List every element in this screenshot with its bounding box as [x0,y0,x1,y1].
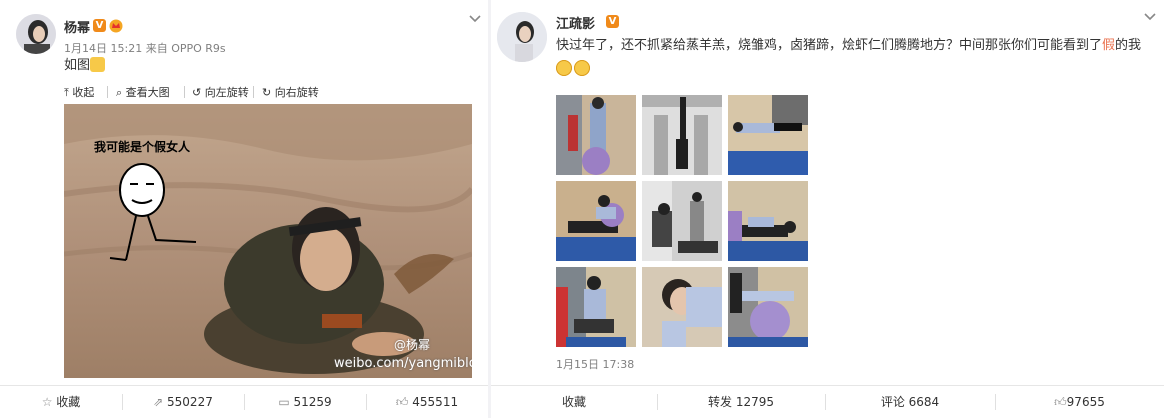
image-watermark-url: weibo.com/yangmiblog [334,356,472,371]
photo-thumbnail[interactable] [728,181,808,261]
photo-thumbnail[interactable] [556,95,636,175]
comment-button[interactable]: 评论 6684 [825,386,995,418]
repost-button[interactable]: ⇗ 550227 [122,386,244,418]
verified-badge: V [93,19,106,32]
author-name[interactable]: 杨幂 [64,17,90,36]
grin-emoji [574,60,590,76]
photo-grid [556,95,808,347]
photo-thumbnail[interactable] [728,95,808,175]
repost-icon: ⇗ [153,395,164,409]
image-watermark: @杨幂 [394,338,431,352]
chevron-down-icon[interactable] [1143,12,1157,22]
vip-crown-icon [109,18,123,33]
post-text-highlight[interactable]: 假 [1102,38,1115,53]
meme-caption: 我可能是个假女人 [94,140,191,154]
rotate-right-icon: ↻ [262,86,272,99]
comment-icon: ▭ [278,395,290,409]
post-footer: 收藏 转发 12795 评论 6684 👍︎97655 [491,385,1164,418]
rotate-left-icon: ↺ [192,86,202,99]
post-text-body: 快过年了，还不抓紧给蒸羊羔，烧雏鸡，卤猪蹄，烩虾仁们腾腾地方？中间那张你们可能看… [556,38,1103,53]
thumbs-up-icon: 👍︎ [1054,395,1067,409]
thumbs-up-icon: 👍︎ [395,395,409,409]
like-button[interactable]: 👍︎97655 [995,386,1164,418]
collapse-button[interactable]: ⤒ 收起 [64,84,94,100]
left-weibo-post: 杨幂 V 1月14日 15:21 来自 OPPO R9s 如图 ⤒ 收起 ⌕ 查… [0,0,488,418]
star-icon: ☆ [41,395,53,409]
photo-thumbnail[interactable] [556,181,636,261]
rotate-left-button[interactable]: ↺ 向左旋转 [192,84,249,100]
collapse-icon: ⤒ [64,86,69,99]
meme-face-icon [109,163,197,261]
favorite-button[interactable]: ☆ 收藏 [0,386,122,418]
meme-sticker: 我可能是个假女人 [86,132,226,272]
avatar-image [16,14,56,54]
post-image[interactable]: 我可能是个假女人 @杨幂 weibo.com/yangmiblog [64,104,472,378]
smile-emoji [556,60,572,76]
media-toolbar: ⤒ 收起 ⌕ 查看大图 ↺ 向左旋转 ↻ 向右旋转 [64,84,472,102]
avatar[interactable] [16,14,56,54]
photo-thumbnail[interactable] [642,181,722,261]
post-footer: ☆ 收藏 ⇗ 550227 ▭ 51259 👍︎ 455511 [0,385,488,418]
avatar-image [497,12,547,62]
post-timestamp[interactable]: 1月15日 17:38 [556,356,634,372]
post-text-tail: 的我 [1115,38,1142,53]
photo-thumbnail[interactable] [556,267,636,347]
magnify-icon: ⌕ [116,86,123,99]
cat-emoji [90,57,106,72]
photo-thumbnail[interactable] [642,95,722,175]
photo-thumbnail[interactable] [728,267,808,347]
repost-button[interactable]: 转发 12795 [657,386,825,418]
avatar[interactable] [497,12,547,62]
favorite-button[interactable]: 收藏 [491,386,657,418]
post-text: 如图 [64,54,106,78]
view-large-button[interactable]: ⌕ 查看大图 [116,84,170,100]
like-button[interactable]: 👍︎ 455511 [366,386,488,418]
right-weibo-post: 江疏影 V 快过年了，还不抓紧给蒸羊羔，烧雏鸡，卤猪蹄，烩虾仁们腾腾地方？中间那… [491,0,1164,418]
post-text-body: 如图 [64,58,91,73]
post-source: 来自 OPPO R9s [145,42,226,55]
post-text: 快过年了，还不抓紧给蒸羊羔，烧雏鸡，卤猪蹄，烩虾仁们腾腾地方？中间那张你们可能看… [556,34,1156,82]
verified-badge: V [606,15,619,28]
comment-button[interactable]: ▭ 51259 [244,386,366,418]
chevron-down-icon[interactable] [468,14,482,24]
author-name[interactable]: 江疏影 [556,13,595,32]
photo-thumbnail[interactable] [642,267,722,347]
rotate-right-button[interactable]: ↻ 向右旋转 [262,84,319,100]
